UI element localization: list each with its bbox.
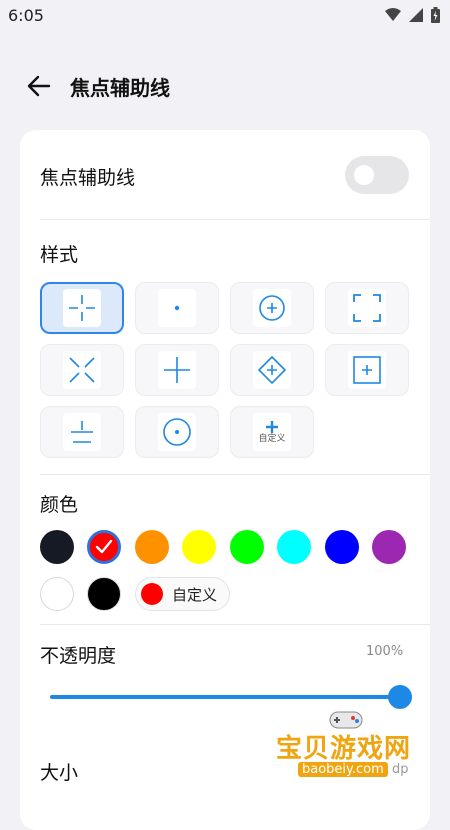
status-icons — [385, 7, 440, 23]
status-bar: 6:05 — [0, 0, 450, 32]
color-swatch-blue[interactable] — [325, 530, 359, 564]
color-swatch-green[interactable] — [230, 530, 264, 564]
style-section-title: 样式 — [40, 244, 79, 266]
gamepad-icon — [329, 711, 363, 729]
status-time: 6:05 — [8, 6, 44, 25]
focus-guide-label: 焦点辅助线 — [40, 167, 136, 189]
custom-style-label: 自定义 — [258, 434, 286, 444]
style-option-horizontal-lines[interactable] — [40, 406, 124, 458]
style-grid: 自定义 — [40, 282, 410, 458]
watermark-url: baobeiy.com — [298, 762, 388, 777]
color-swatch-purple[interactable] — [372, 530, 406, 564]
opacity-section-title: 不透明度 — [40, 645, 117, 667]
style-option-crosshair-gap[interactable] — [40, 282, 124, 334]
color-swatch-yellow[interactable] — [182, 530, 216, 564]
diamond-plus-icon — [257, 355, 287, 385]
watermark-title: 宝贝游戏网 — [276, 734, 412, 764]
page-title: 焦点辅助线 — [70, 76, 170, 100]
size-section-title: 大小 — [40, 762, 79, 784]
back-button[interactable] — [24, 72, 54, 100]
color-swatch-dark-navy[interactable] — [40, 530, 74, 564]
watermark: 宝贝游戏网 baobeiy.com dp — [272, 708, 430, 788]
slider-fill — [50, 695, 400, 699]
circle-plus-icon — [259, 295, 285, 321]
style-option-center-dot[interactable] — [135, 282, 219, 334]
corner-brackets-icon — [353, 294, 381, 322]
arrow-left-icon — [27, 75, 51, 97]
app-bar: 焦点辅助线 — [0, 60, 450, 112]
style-option-circle-dot[interactable] — [135, 406, 219, 458]
divider — [40, 624, 430, 625]
signal-icon — [409, 8, 423, 22]
divider — [40, 474, 430, 475]
battery-icon — [431, 7, 440, 23]
color-swatch-cyan[interactable] — [277, 530, 311, 564]
size-value-suffix: dp — [392, 762, 409, 777]
square-plus-icon — [353, 356, 381, 384]
color-section-title: 颜色 — [40, 494, 79, 516]
crosshair-gap-icon — [69, 295, 95, 321]
slider-thumb[interactable] — [388, 685, 412, 709]
circle-dot-icon — [163, 418, 191, 446]
style-option-x-cross[interactable] — [40, 344, 124, 396]
custom-color-button[interactable]: 自定义 — [135, 577, 230, 611]
color-swatch-red-selected[interactable] — [87, 530, 121, 564]
color-swatch-orange[interactable] — [135, 530, 169, 564]
style-option-plus-cross[interactable] — [135, 344, 219, 396]
custom-color-label: 自定义 — [172, 585, 218, 604]
center-dot-icon — [174, 305, 180, 311]
checkmark-icon — [95, 539, 113, 554]
horizontal-lines-icon — [71, 421, 93, 443]
color-swatch-black[interactable] — [87, 577, 121, 611]
style-option-custom[interactable]: 自定义 — [230, 406, 314, 458]
divider — [40, 219, 430, 220]
wifi-icon — [385, 8, 401, 21]
custom-plus-icon — [266, 421, 278, 433]
toggle-knob — [354, 165, 374, 185]
style-option-diamond-plus[interactable] — [230, 344, 314, 396]
opacity-value: 100% — [366, 644, 404, 659]
custom-color-dot — [141, 583, 163, 605]
focus-guide-toggle[interactable] — [345, 156, 409, 194]
style-option-circle-plus[interactable] — [230, 282, 314, 334]
plus-cross-icon — [164, 357, 190, 383]
style-option-square-plus[interactable] — [325, 344, 409, 396]
x-cross-icon — [69, 357, 95, 383]
color-swatch-white[interactable] — [40, 577, 74, 611]
style-option-corner-brackets[interactable] — [325, 282, 409, 334]
